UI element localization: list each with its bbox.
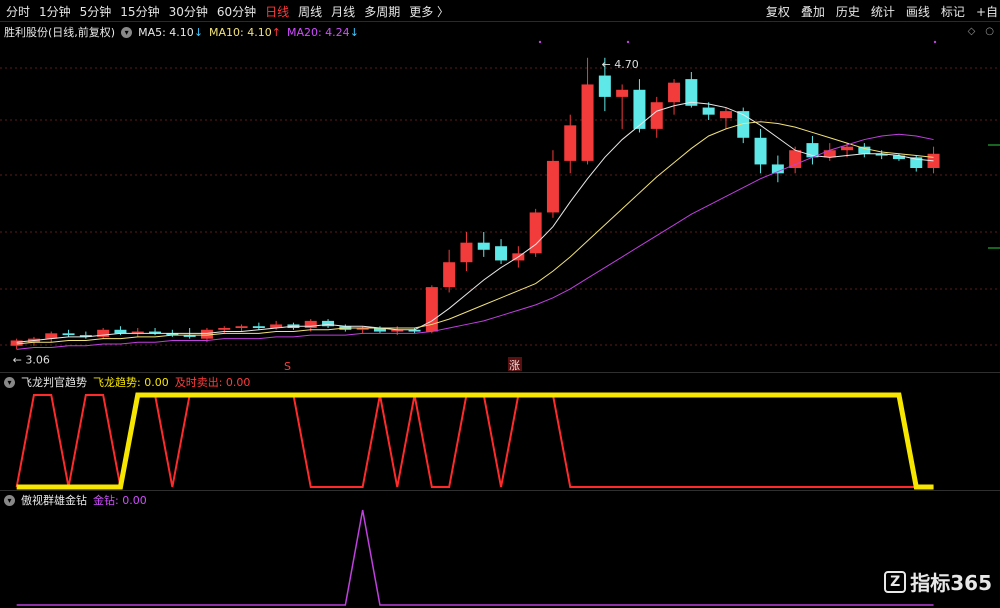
signal-dot: [626, 40, 630, 44]
candle-body: [460, 242, 473, 263]
panel-divider: [0, 372, 1000, 373]
sell-line: [15, 394, 934, 488]
settings-dropdown-icon[interactable]: ▾: [4, 376, 15, 388]
candle-body: [546, 160, 559, 213]
candle-body: [858, 146, 871, 154]
panel2-header: ▾ 飞龙判官趋势 飞龙趋势: 0.00 及时卖出: 0.00: [4, 375, 250, 389]
candle-body: [754, 137, 767, 165]
signal-dot: [538, 40, 542, 44]
zhang-marker: 涨: [509, 359, 520, 372]
main-grid: [0, 67, 1000, 346]
candle-body: [841, 146, 854, 151]
candle-body: [235, 326, 248, 328]
candle-body: [252, 326, 265, 328]
candle-body: [719, 111, 732, 119]
watermark-text: 指标365: [910, 571, 992, 595]
candle-body: [114, 329, 127, 334]
candle-body: [322, 320, 335, 327]
candle-body: [823, 150, 836, 158]
candle-body: [304, 320, 317, 328]
panel3-lines: [16, 509, 934, 606]
panel2-title: 飞龙判官趋势: [21, 376, 87, 389]
candle-body: [702, 107, 715, 115]
candle-body: [581, 84, 594, 161]
chart-canvas: ← 4.70← 3.06S 涨: [0, 40, 1000, 606]
candle-body: [218, 328, 231, 330]
watermark-logo: Z: [884, 570, 907, 593]
candle-body: [633, 89, 646, 129]
candle-body: [443, 262, 456, 288]
trend-value: 飞龙趋势: 0.00: [93, 376, 169, 389]
candle-body: [598, 75, 611, 97]
candles: [10, 57, 940, 350]
candle-body: [668, 82, 681, 103]
panel-divider: [0, 490, 1000, 491]
trend-line: [16, 392, 934, 490]
panel2-lines: [15, 392, 934, 490]
high-price-label: ← 4.70: [602, 58, 639, 71]
candle-body: [789, 150, 802, 168]
watermark: Z 指标365: [884, 567, 992, 596]
ma-lines: [16, 101, 934, 350]
candle-body: [564, 125, 577, 161]
candle-body: [650, 102, 663, 129]
panel3-title: 傲视群雄金钻: [21, 494, 87, 507]
panel3-header: ▾ 傲视群雄金钻 金钻: 0.00: [4, 493, 147, 507]
candle-body: [477, 242, 490, 250]
candle-body: [62, 333, 75, 336]
low-price-label: ← 3.06: [13, 353, 50, 366]
settings-dropdown-icon[interactable]: ▾: [4, 494, 15, 506]
signal-dot: [933, 40, 937, 44]
ma5-line: [16, 101, 934, 343]
sell-value: 及时卖出: 0.00: [174, 376, 251, 389]
candle-body: [495, 246, 508, 261]
candle-body: [616, 89, 629, 97]
diamond-line: [16, 509, 934, 606]
diamond-value: 金钻: 0.00: [93, 494, 147, 507]
